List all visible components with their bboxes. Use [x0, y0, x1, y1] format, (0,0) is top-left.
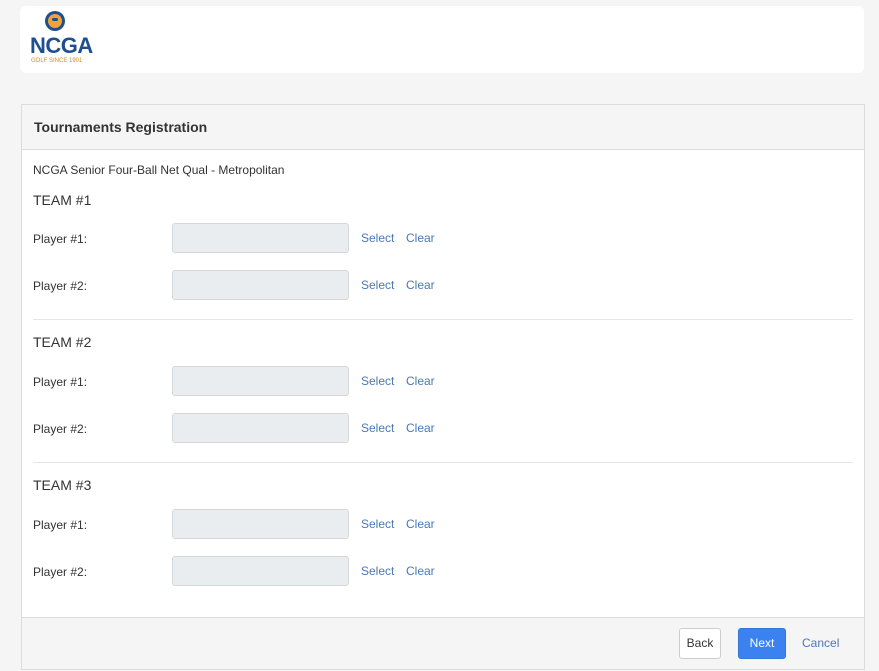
clear-player-link[interactable]: Clear: [406, 421, 435, 435]
header-bar: NCGA GOLF SINCE 1901: [20, 6, 864, 73]
select-player-link[interactable]: Select: [361, 517, 394, 531]
player-input[interactable]: [172, 223, 349, 253]
team-divider: [33, 319, 853, 320]
logo-subtext: GOLF SINCE 1901: [31, 58, 83, 64]
player-row: Player #1: Select Clear: [33, 223, 853, 255]
registration-panel: Tournaments Registration NCGA Senior Fou…: [21, 104, 865, 670]
back-button[interactable]: Back: [679, 628, 721, 659]
team-title: TEAM #2: [33, 334, 92, 350]
team-divider: [33, 462, 853, 463]
team-title: TEAM #1: [33, 192, 92, 208]
select-player-link[interactable]: Select: [361, 564, 394, 578]
select-player-link[interactable]: Select: [361, 421, 394, 435]
clear-player-link[interactable]: Clear: [406, 374, 435, 388]
player-input[interactable]: [172, 270, 349, 300]
player-row: Player #2: Select Clear: [33, 270, 853, 302]
player-input[interactable]: [172, 509, 349, 539]
golf-ball-icon: [45, 11, 65, 31]
clear-player-link[interactable]: Clear: [406, 517, 435, 531]
player-input[interactable]: [172, 556, 349, 586]
logo-text: NCGA: [30, 33, 93, 58]
player-label: Player #2:: [33, 279, 88, 293]
clear-player-link[interactable]: Clear: [406, 231, 435, 245]
player-row: Player #1: Select Clear: [33, 366, 853, 398]
select-player-link[interactable]: Select: [361, 231, 394, 245]
team-title: TEAM #3: [33, 477, 92, 493]
player-label: Player #1:: [33, 518, 88, 532]
player-row: Player #2: Select Clear: [33, 556, 853, 588]
panel-title: Tournaments Registration: [22, 105, 864, 150]
player-label: Player #1:: [33, 232, 88, 246]
player-row: Player #2: Select Clear: [33, 413, 853, 445]
player-input[interactable]: [172, 366, 349, 396]
tournament-name: NCGA Senior Four-Ball Net Qual - Metropo…: [33, 163, 285, 177]
next-button[interactable]: Next: [738, 628, 786, 659]
player-label: Player #2:: [33, 422, 88, 436]
player-label: Player #1:: [33, 375, 88, 389]
select-player-link[interactable]: Select: [361, 374, 394, 388]
clear-player-link[interactable]: Clear: [406, 278, 435, 292]
cancel-link[interactable]: Cancel: [802, 636, 839, 650]
clear-player-link[interactable]: Clear: [406, 564, 435, 578]
select-player-link[interactable]: Select: [361, 278, 394, 292]
ncga-logo[interactable]: NCGA GOLF SINCE 1901: [30, 11, 100, 71]
player-label: Player #2:: [33, 565, 88, 579]
player-input[interactable]: [172, 413, 349, 443]
panel-footer: Back Next Cancel: [22, 617, 864, 669]
player-row: Player #1: Select Clear: [33, 509, 853, 541]
